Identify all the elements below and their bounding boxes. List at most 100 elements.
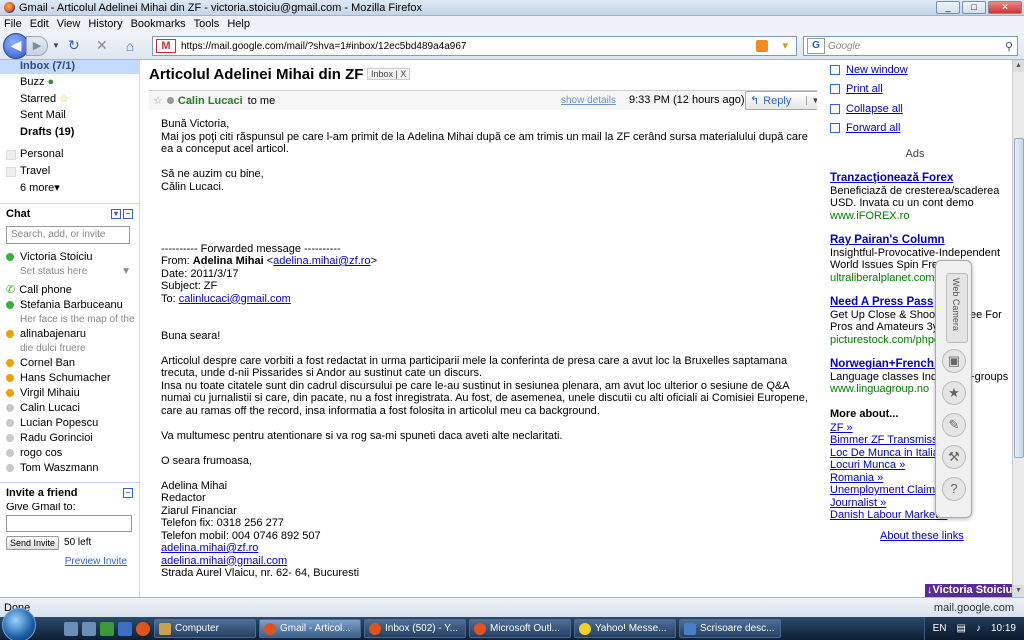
excel-icon[interactable] — [100, 621, 114, 636]
show-details-link[interactable]: show details — [561, 95, 616, 106]
webcam-home-icon[interactable]: ▣ — [942, 349, 966, 373]
chat-contact[interactable]: alinabajenaru — [0, 327, 139, 342]
sidebar-item-inbox[interactable]: Inbox (7/1) — [0, 60, 139, 74]
more-about-link[interactable]: Locuri Munca » — [818, 459, 1012, 472]
ad-title-link[interactable]: Norwegian+French o — [830, 358, 1012, 371]
chat-contact[interactable]: rogo cos — [0, 446, 139, 461]
chat-contact[interactable]: Hans Schumacher — [0, 371, 139, 386]
menu-edit[interactable]: Edit — [30, 18, 49, 30]
close-window-button[interactable]: ✕ — [988, 1, 1022, 14]
print-all-link[interactable]: Print all — [818, 80, 1012, 100]
chat-contact[interactable]: Tom Waszmann — [0, 461, 139, 476]
webcam-tab[interactable]: Web Camera — [946, 273, 968, 343]
stop-icon[interactable]: ✕ — [92, 37, 112, 54]
taskbar-item-outlook[interactable]: Microsoft Outl... — [469, 619, 571, 638]
more-about-link[interactable]: Bimmer ZF Transmissi — [818, 434, 1012, 447]
scroll-down-icon[interactable]: ▼ — [1013, 585, 1024, 597]
sidebar-item-buzz[interactable]: Buzz ● — [0, 74, 139, 91]
sidebar-item-drafts[interactable]: Drafts (19) — [0, 124, 139, 141]
new-window-link[interactable]: New window — [818, 60, 1012, 80]
menu-history[interactable]: History — [88, 18, 122, 30]
webcam-edit-icon[interactable]: ✎ — [942, 413, 966, 437]
more-labels-link[interactable]: 6 more▾ — [0, 180, 139, 197]
label-travel[interactable]: Travel — [0, 163, 139, 180]
chat-contact[interactable]: Stefania Barbuceanu — [0, 298, 139, 313]
webcam-tools-icon[interactable]: ⚒ — [942, 445, 966, 469]
user-account-button[interactable]: ↓Victoria Stoiciu — [925, 584, 1012, 597]
taskbar-item-scrisoare[interactable]: Scrisoare desc... — [679, 619, 781, 638]
reply-options-icon[interactable]: ▼ — [806, 96, 817, 105]
chat-contact[interactable]: Radu Gorincioi — [0, 431, 139, 446]
chat-search-input[interactable]: Search, add, or invite — [6, 225, 130, 244]
reply-button[interactable]: ↰ Reply ▼ — [745, 91, 817, 110]
ad-title-link[interactable]: Tranzacţionează Forex — [830, 172, 1012, 185]
search-input[interactable]: Google — [828, 41, 1005, 52]
chat-contact[interactable]: Cornel Ban — [0, 356, 139, 371]
url-bar[interactable]: M https://mail.google.com/mail/?shva=1#i… — [152, 36, 797, 56]
sig-email-link[interactable]: adelina.mihai@gmail.com — [161, 555, 287, 567]
firefox-quicklaunch-icon[interactable] — [136, 621, 150, 636]
clock[interactable]: 10:19 — [991, 623, 1016, 634]
language-indicator[interactable]: EN — [933, 623, 947, 634]
chat-contact[interactable]: Calin Lucaci — [0, 401, 139, 416]
scroll-up-icon[interactable]: ▲ — [1013, 60, 1024, 72]
forward-button[interactable]: ▶ — [26, 35, 48, 56]
google-engine-icon[interactable]: G — [807, 38, 825, 54]
about-these-links[interactable]: About these links — [880, 530, 1012, 542]
invite-email-input[interactable] — [6, 514, 132, 532]
scroll-thumb[interactable] — [1014, 138, 1024, 458]
page-scrollbar[interactable]: ▲ ▼ — [1012, 60, 1024, 597]
preview-invite-link[interactable]: Preview Invite — [0, 556, 127, 567]
ad-title-link[interactable]: Ray Pairan's Column — [830, 234, 1012, 247]
webcam-widget[interactable]: Web Camera ▣ ★ ✎ ⚒ ? — [935, 260, 972, 518]
volume-icon[interactable]: ♪ — [976, 623, 981, 634]
more-about-link[interactable]: ZF » — [818, 422, 1012, 435]
menu-tools[interactable]: Tools — [194, 18, 220, 30]
start-button[interactable] — [2, 607, 36, 640]
from-email-link[interactable]: adelina.mihai@zf.ro — [273, 255, 370, 267]
chat-contact[interactable]: Virgil Mihaiu — [0, 386, 139, 401]
taskbar-item-yahoo[interactable]: Yahoo! Messe... — [574, 619, 676, 638]
minimize-button[interactable]: _ — [936, 1, 960, 14]
word-icon[interactable] — [118, 621, 132, 636]
star-toggle-icon[interactable]: ☆ — [153, 94, 163, 107]
more-about-link[interactable]: Journalist » — [818, 497, 1012, 510]
reload-icon[interactable]: ↻ — [64, 37, 84, 54]
remove-label-icon[interactable]: X — [400, 69, 406, 79]
message-header[interactable]: ☆ Calin Lucaci to me show details 9:33 P… — [149, 90, 817, 110]
menu-bookmarks[interactable]: Bookmarks — [131, 18, 186, 30]
more-about-link[interactable]: Loc De Munca in Italia — [818, 447, 1012, 460]
webcam-help-icon[interactable]: ? — [942, 477, 966, 501]
call-phone-link[interactable]: ✆ Call phone — [0, 283, 139, 298]
maximize-button[interactable]: □ — [962, 1, 986, 14]
sender-name[interactable]: Calin Lucaci — [178, 95, 243, 107]
send-invite-button[interactable]: Send Invite — [6, 535, 60, 550]
collapse-all-link[interactable]: Collapse all — [818, 99, 1012, 119]
sig-email-link[interactable]: adelina.mihai@zf.ro — [161, 542, 258, 554]
taskbar-item-inbox[interactable]: Inbox (502) - Y... — [364, 619, 466, 638]
more-about-link[interactable]: Danish Labour Market » — [818, 509, 1012, 522]
taskbar-item-gmail[interactable]: Gmail - Articol... — [259, 619, 361, 638]
more-about-link[interactable]: Romania » — [818, 472, 1012, 485]
webcam-star-icon[interactable]: ★ — [942, 381, 966, 405]
forward-all-link[interactable]: Forward all — [818, 119, 1012, 139]
chat-collapse-icon[interactable]: – — [123, 208, 133, 219]
chat-options-icon[interactable]: ▾ — [111, 208, 121, 219]
status-dropdown-icon[interactable]: ▼ — [121, 265, 131, 279]
more-about-link[interactable]: Unemployment Claims — [818, 484, 1012, 497]
switch-windows-icon[interactable] — [82, 621, 96, 636]
to-email-link[interactable]: calinlucaci@gmail.com — [179, 293, 291, 305]
ad-title-link[interactable]: Need A Press Pass — [830, 296, 1012, 309]
network-icon[interactable]: ▤ — [957, 623, 966, 634]
menu-help[interactable]: Help — [227, 18, 250, 30]
sidebar-item-starred[interactable]: Starred ☆ — [0, 91, 139, 108]
history-dropdown-icon[interactable]: ▼ — [52, 41, 60, 50]
invite-collapse-icon[interactable]: – — [123, 487, 133, 498]
sidebar-item-sent[interactable]: Sent Mail — [0, 107, 139, 124]
show-desktop-icon[interactable] — [64, 621, 78, 636]
chat-self[interactable]: Victoria Stoiciu — [0, 250, 139, 265]
search-icon[interactable]: ⚲ — [1005, 40, 1013, 53]
search-bar[interactable]: G Google ⚲ — [803, 36, 1018, 56]
label-personal[interactable]: Personal — [0, 146, 139, 163]
bookmark-star-icon[interactable]: ▾ — [782, 39, 788, 52]
